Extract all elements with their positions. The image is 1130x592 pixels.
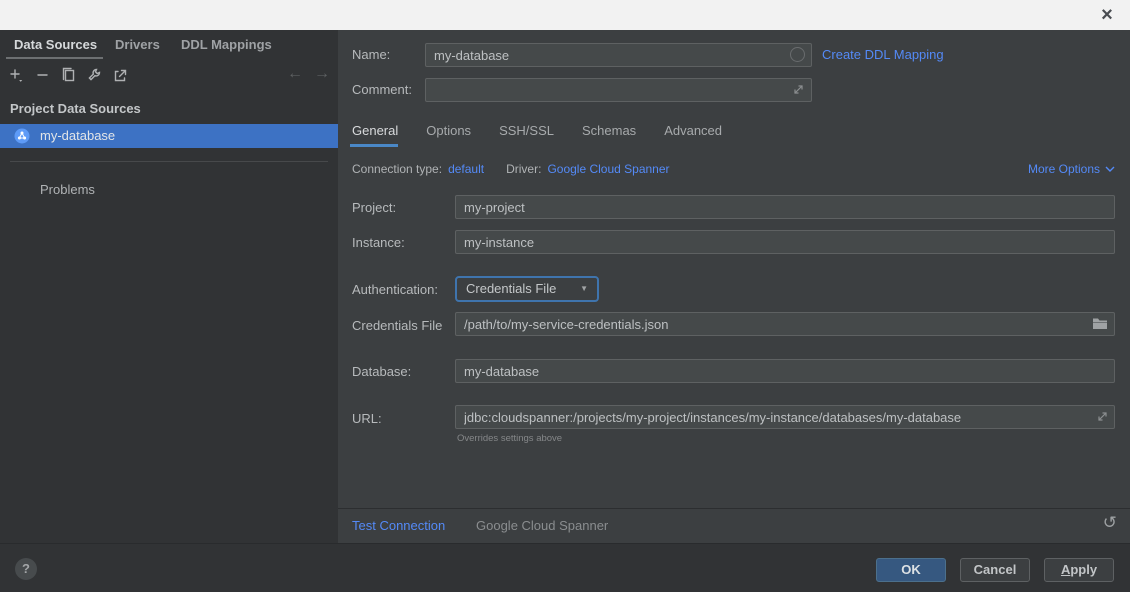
problems-item[interactable]: Problems xyxy=(40,182,95,197)
more-options-link[interactable]: More Options xyxy=(1028,162,1115,176)
ok-button-label: OK xyxy=(877,559,945,581)
cancel-button-label: Cancel xyxy=(961,559,1029,581)
ok-button[interactable]: OK xyxy=(876,558,946,582)
tab-advanced[interactable]: Advanced xyxy=(662,118,724,147)
comment-input[interactable] xyxy=(425,78,812,102)
driver-value-link[interactable]: Google Cloud Spanner xyxy=(547,162,669,176)
connection-type-label: Connection type: xyxy=(352,162,442,176)
authentication-label: Authentication: xyxy=(352,282,438,297)
cancel-button[interactable]: Cancel xyxy=(960,558,1030,582)
authentication-dropdown[interactable]: Credentials File ▼ xyxy=(455,276,599,302)
more-options-label[interactable]: More Options xyxy=(1028,162,1100,176)
dropdown-arrow-icon: ▼ xyxy=(580,278,588,300)
active-tab-underline xyxy=(6,57,103,59)
duplicate-icon[interactable] xyxy=(60,67,77,84)
instance-label: Instance: xyxy=(352,235,405,250)
window-titlebar: × xyxy=(0,0,1130,30)
project-label: Project: xyxy=(352,200,396,215)
sidebar: Data Sources Drivers DDL Mappings ← → Pr… xyxy=(0,30,338,543)
url-input[interactable] xyxy=(455,405,1115,429)
remove-icon[interactable] xyxy=(34,67,51,84)
instance-input[interactable] xyxy=(455,230,1115,254)
refresh-circle-icon xyxy=(790,47,805,62)
help-icon[interactable]: ? xyxy=(15,558,37,580)
credentials-file-label: Credentials File xyxy=(352,318,442,333)
connection-type-value-link[interactable]: default xyxy=(448,162,484,176)
driver-label: Driver: xyxy=(506,162,541,176)
project-data-sources-header: Project Data Sources xyxy=(10,101,141,116)
url-label: URL: xyxy=(352,411,382,426)
tab-general[interactable]: General xyxy=(350,118,400,147)
expand-icon[interactable] xyxy=(791,82,806,102)
add-icon[interactable] xyxy=(8,67,25,84)
apply-button[interactable]: Apply xyxy=(1044,558,1114,582)
revert-icon[interactable]: ↺ xyxy=(1103,513,1117,533)
tab-options[interactable]: Options xyxy=(424,118,473,147)
wrench-icon[interactable] xyxy=(86,67,103,84)
tab-schemas[interactable]: Schemas xyxy=(580,118,638,147)
export-icon[interactable] xyxy=(112,67,129,84)
apply-button-label: Apply xyxy=(1045,559,1113,581)
tab-ddl-mappings[interactable]: DDL Mappings xyxy=(181,30,272,60)
url-expand-icon[interactable] xyxy=(1095,409,1110,429)
active-settings-tab-underline xyxy=(350,144,398,147)
name-label: Name: xyxy=(352,47,390,62)
status-driver-name: Google Cloud Spanner xyxy=(476,518,608,533)
credentials-file-input[interactable] xyxy=(455,312,1115,336)
create-ddl-mapping-link[interactable]: Create DDL Mapping xyxy=(822,47,944,62)
comment-label: Comment: xyxy=(352,82,412,97)
forward-arrow-icon[interactable]: → xyxy=(313,65,331,83)
test-connection-link[interactable]: Test Connection xyxy=(352,518,445,533)
status-row: Test Connection Google Cloud Spanner ↺ xyxy=(338,509,1130,543)
back-arrow-icon[interactable]: ← xyxy=(286,65,304,83)
url-override-note: Overrides settings above xyxy=(457,433,562,444)
data-sources-dialog: × Data Sources Drivers DDL Mappings ← → … xyxy=(0,0,1130,592)
main-panel: Name: Create DDL Mapping Comment: Genera… xyxy=(338,30,1130,543)
settings-tabs: General Options SSH/SSL Schemas Advanced xyxy=(350,118,724,147)
close-icon[interactable]: × xyxy=(1093,0,1121,30)
cloud-spanner-icon xyxy=(14,128,30,149)
tab-data-sources[interactable]: Data Sources xyxy=(14,30,97,60)
folder-icon[interactable] xyxy=(1092,317,1108,335)
tab-drivers[interactable]: Drivers xyxy=(115,30,160,60)
database-label: Database: xyxy=(352,364,411,379)
data-source-label: my-database xyxy=(40,124,115,148)
tab-ssh-ssl[interactable]: SSH/SSL xyxy=(497,118,556,147)
database-input[interactable] xyxy=(455,359,1115,383)
chevron-down-icon xyxy=(1105,165,1115,173)
project-input[interactable] xyxy=(455,195,1115,219)
connection-type-row: Connection type: default Driver: Google … xyxy=(352,161,1115,177)
dialog-footer: ? OK Cancel Apply xyxy=(0,543,1130,592)
name-input[interactable] xyxy=(425,43,812,67)
list-item-my-database[interactable]: my-database xyxy=(0,124,338,148)
authentication-selected-value: Credentials File xyxy=(466,278,556,300)
sidebar-divider xyxy=(10,161,328,162)
